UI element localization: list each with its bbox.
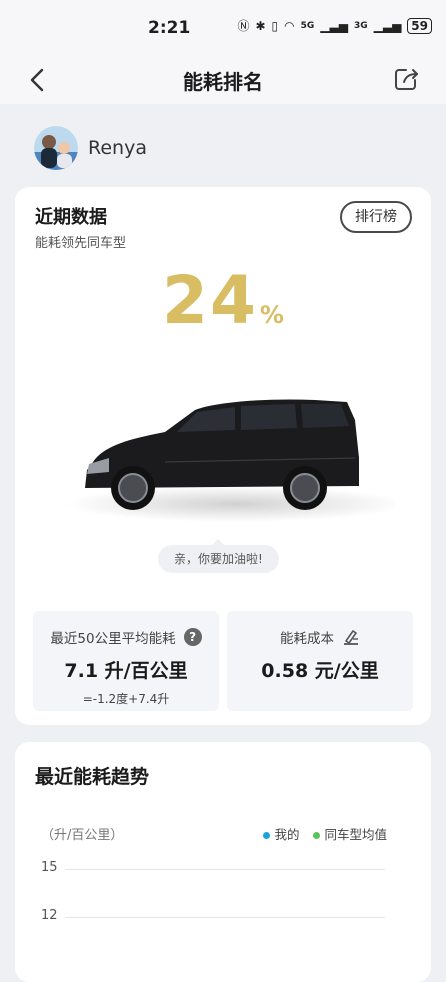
signal-5g-label: 5G bbox=[300, 20, 315, 31]
avg-consumption-box: 最近50公里平均能耗 ? 7.1 升/百公里 =-1.2度+7.4升 bbox=[33, 611, 219, 711]
trend-title: 最近能耗趋势 bbox=[35, 766, 150, 788]
help-icon[interactable]: ? bbox=[183, 628, 202, 646]
legend-label-average: 同车型均值 bbox=[324, 827, 387, 842]
wifi-icon: ◠ bbox=[284, 18, 295, 33]
energy-cost-label-row: 能耗成本 bbox=[227, 627, 413, 647]
username: Renya bbox=[88, 137, 147, 159]
trend-unit-label: （升/百公里） bbox=[41, 828, 124, 843]
energy-cost-label: 能耗成本 bbox=[280, 631, 334, 647]
encouragement-bubble: 亲，你要加油啦! bbox=[158, 539, 279, 573]
legend-dot-mine bbox=[263, 832, 271, 839]
status-time: 2:21 bbox=[148, 18, 191, 38]
avg-consumption-label-row: 最近50公里平均能耗 ? bbox=[33, 627, 219, 647]
recent-data-card: 近期数据 能耗领先同车型 排行榜 24% 亲，你要加油啦! 最近50公里平均能耗… bbox=[15, 187, 431, 725]
avatar bbox=[34, 126, 78, 170]
battery-indicator: 59 bbox=[407, 17, 432, 34]
leaderboard-button[interactable]: 排行榜 bbox=[340, 201, 412, 233]
vibrate-icon: ▯ bbox=[271, 18, 279, 33]
rank-percent: 24% bbox=[15, 262, 431, 339]
legend-item-average: 同车型均值 bbox=[313, 824, 387, 843]
user-profile: Renya bbox=[34, 126, 147, 170]
nfc-icon: Ⓝ bbox=[237, 19, 250, 33]
nav-bar: 能耗排名 bbox=[0, 56, 446, 104]
y-tick-15: 15 bbox=[41, 860, 58, 875]
share-icon[interactable] bbox=[392, 64, 422, 94]
legend-item-mine: 我的 bbox=[263, 824, 299, 843]
y-tick-12: 12 bbox=[41, 908, 58, 923]
avg-consumption-label: 最近50公里平均能耗 bbox=[50, 631, 176, 647]
calculator-edit-icon[interactable] bbox=[342, 628, 360, 646]
recent-data-subtitle: 能耗领先同车型 bbox=[35, 236, 127, 251]
rank-percent-value: 24 bbox=[162, 262, 258, 339]
legend-label-mine: 我的 bbox=[274, 827, 300, 842]
gridline bbox=[65, 917, 385, 918]
legend-dot-average bbox=[313, 832, 321, 839]
signal-icon: ▁▃▅ bbox=[320, 18, 348, 33]
bluetooth-icon: ✱ bbox=[255, 18, 266, 33]
rank-percent-unit: % bbox=[259, 301, 284, 329]
vehicle-image bbox=[65, 399, 395, 522]
avg-consumption-value: 7.1 升/百公里 bbox=[64, 660, 188, 682]
status-bar: 2:21 Ⓝ ✱ ▯ ◠ 5G ▁▃▅ 3G ▁▃▅ 59 bbox=[0, 0, 446, 56]
avg-consumption-note: =-1.2度+7.4升 bbox=[82, 692, 170, 706]
gridline bbox=[65, 869, 385, 870]
energy-cost-box: 能耗成本 0.58 元/公里 bbox=[227, 611, 413, 711]
recent-data-title: 近期数据 bbox=[35, 207, 107, 228]
page-title: 能耗排名 bbox=[183, 70, 263, 94]
trend-card: 最近能耗趋势 （升/百公里） 我的 同车型均值 15 12 bbox=[15, 742, 431, 982]
energy-cost-value: 0.58 元/公里 bbox=[261, 660, 379, 682]
trend-legend: 我的 同车型均值 bbox=[263, 824, 387, 843]
status-icons: Ⓝ ✱ ▯ ◠ 5G ▁▃▅ 3G ▁▃▅ 59 bbox=[237, 17, 432, 34]
signal-3g-label: 3G bbox=[353, 20, 368, 31]
signal-icon-2: ▁▃▅ bbox=[373, 18, 402, 33]
